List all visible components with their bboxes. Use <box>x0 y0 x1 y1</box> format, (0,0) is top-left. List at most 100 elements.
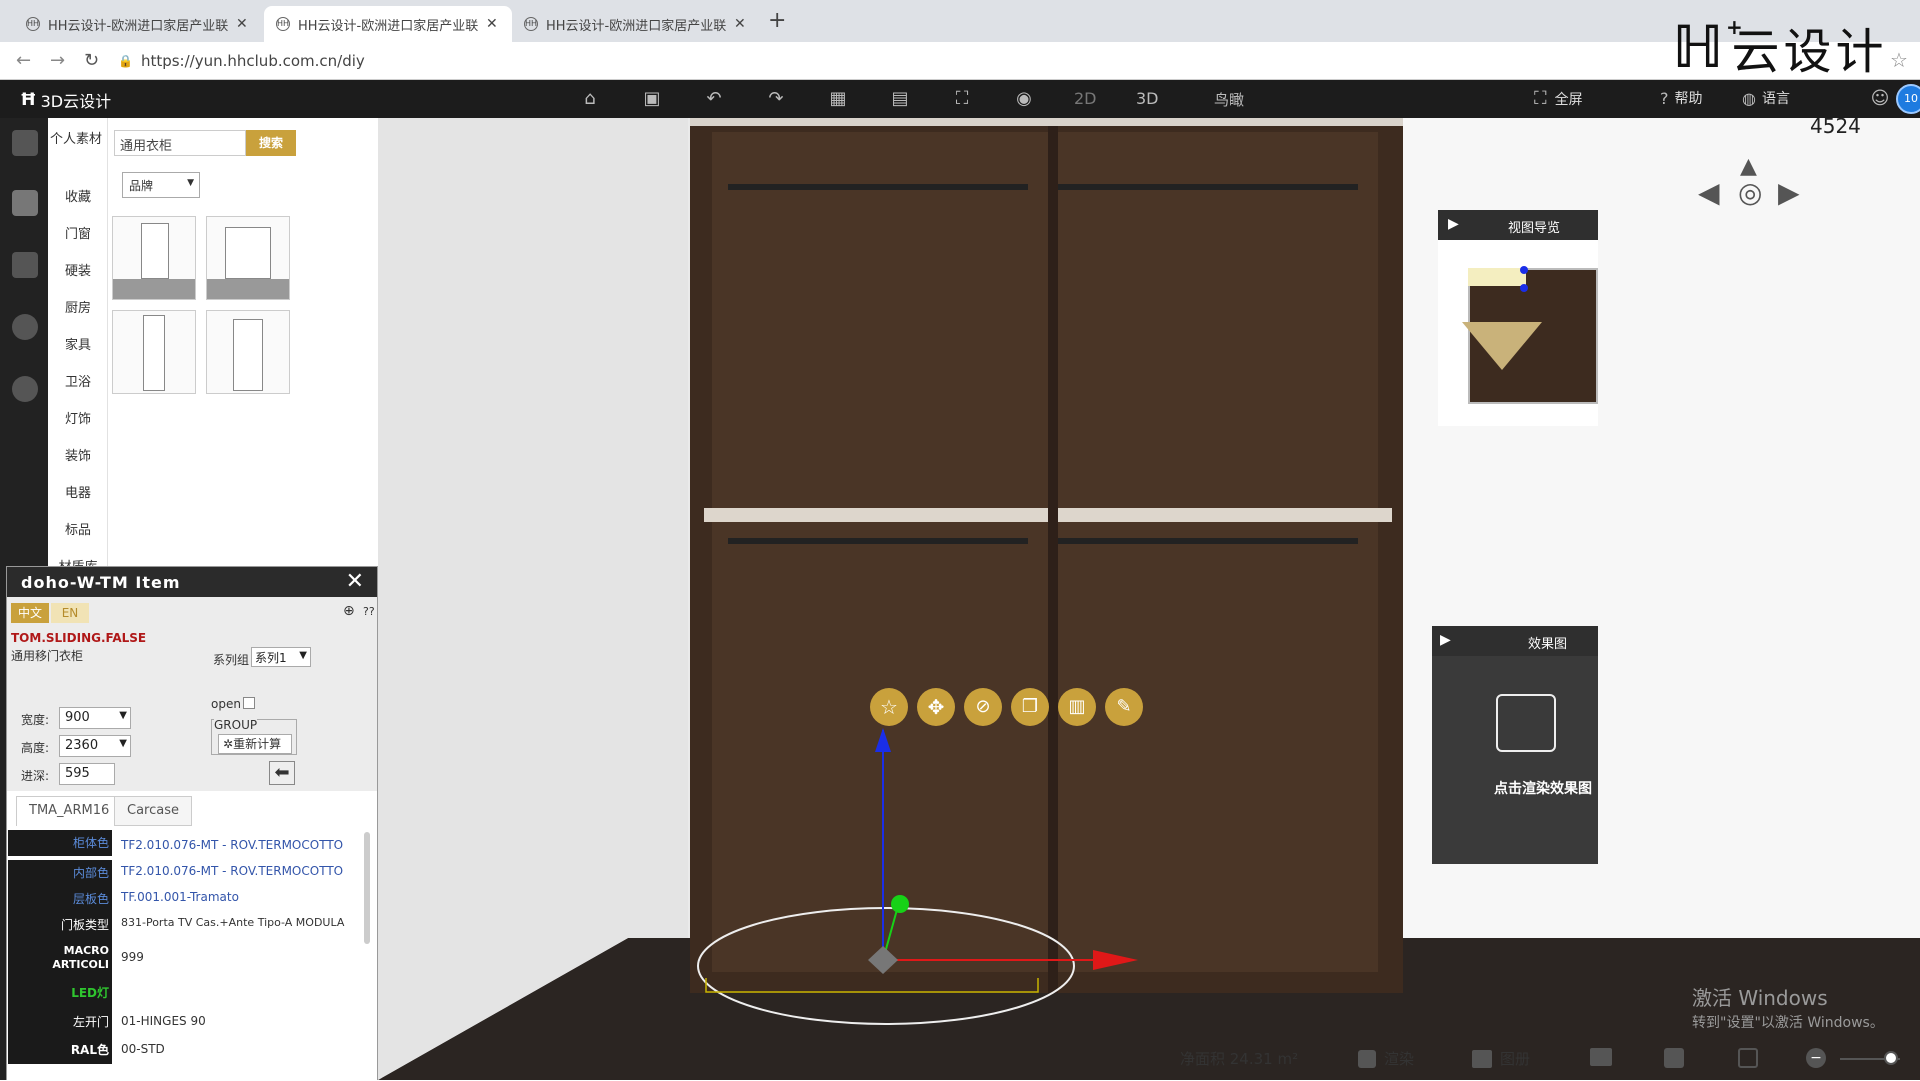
category-item[interactable]: 装饰 <box>48 445 108 464</box>
lamp-icon[interactable] <box>12 314 38 340</box>
render-button[interactable]: 渲染 <box>1358 1048 1414 1069</box>
new-tab-button[interactable]: + <box>768 8 786 33</box>
category-item[interactable]: 材质库 <box>48 556 108 566</box>
back-arrow-icon[interactable]: ⬅ <box>269 761 295 785</box>
model-cube-icon[interactable] <box>12 130 38 156</box>
hide-icon[interactable]: ⊘ <box>964 688 1002 726</box>
tab-carcase[interactable]: Carcase <box>114 796 192 826</box>
avatar-icon[interactable] <box>12 376 38 402</box>
copy-icon[interactable]: ❐ <box>1011 688 1049 726</box>
save-icon[interactable]: ▣ <box>640 87 664 111</box>
bookmark-star-icon[interactable]: ☆ <box>1890 48 1908 72</box>
width-select[interactable]: 900 ▼ <box>59 707 131 729</box>
edit-icon[interactable]: ✎ <box>1105 688 1143 726</box>
depth-input[interactable]: 595 <box>59 763 115 785</box>
view-3d-tab[interactable]: 3D <box>1136 89 1159 108</box>
reload-icon[interactable]: ↻ <box>84 50 99 71</box>
tab-close-icon[interactable]: ✕ <box>734 16 746 32</box>
category-item[interactable]: 门窗 <box>48 223 108 242</box>
move-icon[interactable]: ✥ <box>917 688 955 726</box>
table-scrollbar[interactable] <box>364 832 370 944</box>
product-thumbnail[interactable] <box>206 310 290 394</box>
crosshair-icon[interactable]: ⊕ <box>343 603 355 619</box>
viewport-3d[interactable]: ☆ ✥ ⊘ ❐ ▥ ✎ 4524 ◀ ▲ ◎ ▶ ▶ 视图导览 ▶ 效果图 点击… <box>378 118 1920 1080</box>
table-row[interactable]: 门板类型 831-Porta TV Cas.+Ante Tipo-A MODUL… <box>8 912 368 938</box>
tab-close-icon[interactable]: ✕ <box>486 16 498 32</box>
zoom-out-icon[interactable]: − <box>1806 1048 1826 1068</box>
forward-icon[interactable]: → <box>50 50 65 71</box>
category-item[interactable]: 个人素材 <box>48 132 104 147</box>
browser-tab[interactable]: HH HH云设计-欧洲进口家居产业联盟 ✕ <box>14 6 262 42</box>
cabinet-icon[interactable] <box>12 252 38 278</box>
table-row[interactable]: MACRO ARTICOLI 999 <box>8 938 368 978</box>
library-search-input[interactable]: 通用衣柜 <box>114 130 246 156</box>
recalc-button[interactable]: ✲重新计算 <box>218 734 292 754</box>
home-icon[interactable]: ⌂ <box>578 87 602 111</box>
table-row[interactable]: 内部色 TF2.010.076-MT - ROV.TERMOCOTTO <box>8 860 368 886</box>
close-icon[interactable]: ✕ <box>346 569 365 594</box>
row-value[interactable]: 999 <box>121 950 144 964</box>
table-row[interactable]: 层板色 TF.001.001-Tramato <box>8 886 368 912</box>
undo-icon[interactable]: ↶ <box>702 87 726 111</box>
play-icon[interactable]: ▶ <box>1448 216 1459 232</box>
user-icon[interactable]: ☺ <box>1868 87 1892 111</box>
zoom-slider-handle[interactable] <box>1884 1051 1898 1065</box>
delete-icon[interactable]: ▥ <box>1058 688 1096 726</box>
row-value[interactable]: 00-STD <box>121 1042 165 1056</box>
table-row[interactable]: 左开门 01-HINGES 90 <box>8 1008 368 1036</box>
layout-icon[interactable]: ▦ <box>826 87 850 111</box>
product-thumbnail[interactable] <box>112 216 196 300</box>
category-item[interactable]: 收藏 <box>48 186 108 205</box>
minimap[interactable] <box>1438 240 1598 426</box>
view-bird-tab[interactable]: 鸟瞰 <box>1214 89 1244 110</box>
image-icon[interactable] <box>1496 694 1556 752</box>
back-icon[interactable]: ← <box>16 50 31 71</box>
row-value[interactable]: TF2.010.076-MT - ROV.TERMOCOTTO <box>121 864 343 878</box>
product-thumbnail[interactable] <box>112 310 196 394</box>
box-icon[interactable]: ▤ <box>888 87 912 111</box>
select-icon[interactable]: ⛶ <box>950 87 974 111</box>
gallery-button[interactable]: 图册 <box>1472 1048 1530 1069</box>
user-badge[interactable]: 10 <box>1896 84 1920 114</box>
language-button[interactable]: ◍ 语言 <box>1742 88 1790 108</box>
fit-view-icon[interactable] <box>1738 1048 1758 1068</box>
table-row[interactable]: LED灯 <box>8 978 368 1008</box>
row-value[interactable]: TF.001.001-Tramato <box>121 890 239 904</box>
help-q[interactable]: ?? <box>363 605 375 618</box>
eye-icon[interactable]: ◉ <box>1012 87 1036 111</box>
row-value[interactable]: 01-HINGES 90 <box>121 1014 206 1028</box>
wardrobe-icon[interactable] <box>12 190 38 216</box>
category-item[interactable]: 卫浴 <box>48 371 108 390</box>
category-item[interactable]: 厨房 <box>48 297 108 316</box>
brand-select[interactable]: 品牌 ▼ <box>122 172 200 198</box>
url-field[interactable]: 🔒 https://yun.hhclub.com.cn/diy <box>118 47 1678 75</box>
render-cta[interactable]: 点击渲染效果图 <box>1494 778 1592 798</box>
search-button[interactable]: 搜索 <box>246 130 296 156</box>
row-value[interactable]: 831-Porta TV Cas.+Ante Tipo-A MODULA <box>121 916 344 929</box>
nav-arrows-icon[interactable]: ◀ ▲ ◎ ▶ <box>1698 154 1808 242</box>
category-item[interactable]: 家具 <box>48 334 108 353</box>
play-icon[interactable]: ▶ <box>1440 632 1451 648</box>
tab-close-icon[interactable]: ✕ <box>236 16 248 32</box>
lang-en-tab[interactable]: EN <box>51 603 89 623</box>
lang-zh-tab[interactable]: 中文 <box>11 603 49 623</box>
category-item[interactable]: 标品 <box>48 519 108 538</box>
tab-tma-arm16[interactable]: TMA_ARM16 <box>16 796 123 826</box>
height-select[interactable]: 2360 ▼ <box>59 735 131 757</box>
series-select[interactable]: 系列1 ▼ <box>251 647 311 667</box>
open-checkbox[interactable] <box>243 697 255 709</box>
redo-icon[interactable]: ↷ <box>764 87 788 111</box>
star-icon[interactable]: ☆ <box>870 688 908 726</box>
layout-icon[interactable] <box>1590 1048 1612 1066</box>
person-icon[interactable] <box>1664 1048 1684 1068</box>
product-thumbnail[interactable] <box>206 216 290 300</box>
category-item[interactable]: 硬装 <box>48 260 108 279</box>
table-row[interactable]: RAL色 00-STD <box>8 1036 368 1064</box>
category-item[interactable]: 电器 <box>48 482 108 501</box>
row-value[interactable]: TF2.010.076-MT - ROV.TERMOCOTTO <box>121 838 343 852</box>
browser-tab[interactable]: HH HH云设计-欧洲进口家居产业联盟 ✕ <box>512 6 760 42</box>
axis-y-handle[interactable] <box>891 895 909 913</box>
view-2d-tab[interactable]: 2D <box>1074 89 1097 108</box>
category-item[interactable]: 灯饰 <box>48 408 108 427</box>
help-button[interactable]: ? 帮助 <box>1660 88 1703 108</box>
